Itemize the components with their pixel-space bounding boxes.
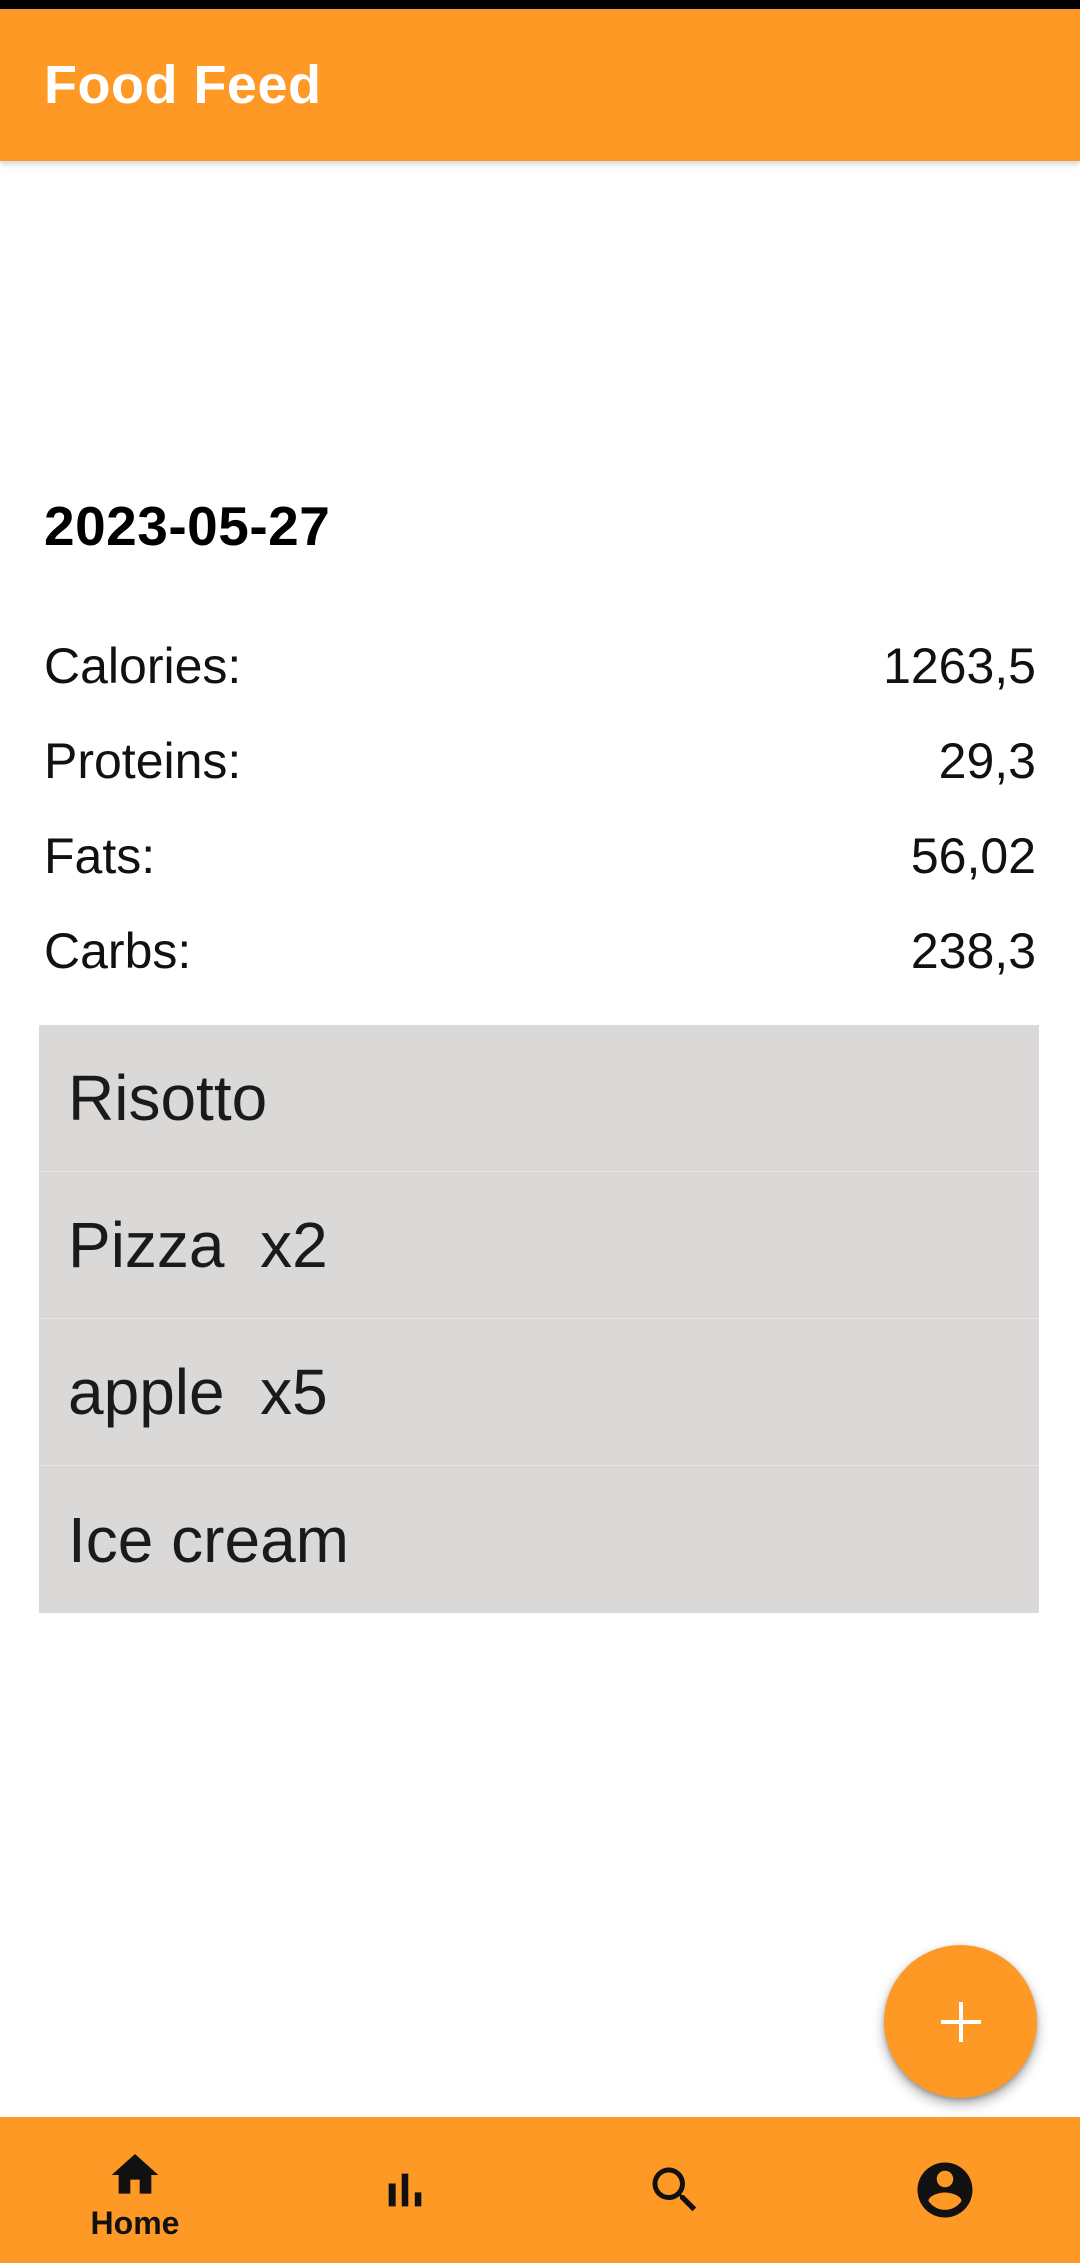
search-icon	[645, 2160, 705, 2220]
food-list-item[interactable]: Ice cream	[39, 1466, 1039, 1613]
bar-chart-icon	[377, 2162, 433, 2218]
nutrient-value: 29,3	[938, 732, 1036, 789]
nutrient-row-carbs: Carbs: 238,3	[44, 903, 1036, 998]
food-list-item[interactable]: Risotto	[39, 1025, 1039, 1172]
nutrient-label: Carbs:	[44, 922, 192, 979]
food-list-item[interactable]: apple x5	[39, 1319, 1039, 1466]
date-heading: 2023-05-27	[44, 495, 331, 557]
nutrient-label: Proteins:	[44, 732, 242, 789]
nutrient-summary: Calories: 1263,5 Proteins: 29,3 Fats: 56…	[44, 618, 1036, 998]
food-list: Risotto Pizza x2 apple x5 Ice cream	[39, 1025, 1039, 1613]
nutrient-value: 1263,5	[883, 637, 1036, 694]
app-title: Food Feed	[44, 55, 322, 115]
nav-item-account[interactable]	[810, 2117, 1080, 2263]
account-icon	[912, 2157, 978, 2223]
nutrient-value: 56,02	[910, 827, 1036, 884]
nutrient-row-calories: Calories: 1263,5	[44, 618, 1036, 713]
nutrient-value: 238,3	[910, 922, 1036, 979]
home-icon	[107, 2147, 163, 2203]
status-bar	[0, 0, 1080, 9]
food-list-item[interactable]: Pizza x2	[39, 1172, 1039, 1319]
plus-icon	[937, 1998, 985, 2046]
add-food-button[interactable]	[884, 1945, 1037, 2098]
nav-item-home[interactable]: Home	[0, 2117, 270, 2263]
nutrient-row-fats: Fats: 56,02	[44, 808, 1036, 903]
screen: Food Feed 2023-05-27 Calories: 1263,5 Pr…	[0, 0, 1080, 2263]
nav-item-search[interactable]	[540, 2117, 810, 2263]
nutrient-row-proteins: Proteins: 29,3	[44, 713, 1036, 808]
app-bar: Food Feed	[0, 9, 1080, 161]
nutrient-label: Fats:	[44, 827, 156, 884]
nutrient-label: Calories:	[44, 637, 242, 694]
nav-item-statistics[interactable]	[270, 2117, 540, 2263]
bottom-navigation: Home	[0, 2117, 1080, 2263]
nav-label-home: Home	[90, 2204, 180, 2241]
